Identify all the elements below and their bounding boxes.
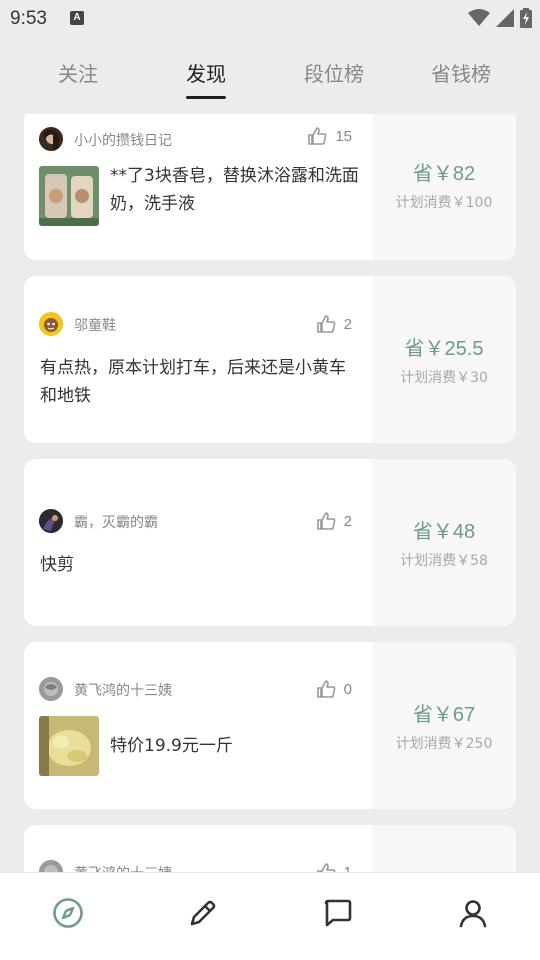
post-text: **了3块香皂，替换沐浴露和洗面奶，洗手液	[110, 166, 359, 214]
tab-discover[interactable]: 发现	[186, 58, 226, 87]
savings-panel: 省￥67 计划消费￥250	[372, 642, 516, 809]
like-button[interactable]: 2	[316, 314, 352, 334]
thumbs-up-icon	[316, 680, 336, 698]
avatar[interactable]	[39, 312, 63, 336]
user-icon	[459, 900, 487, 928]
avatar[interactable]	[39, 127, 63, 151]
like-count: 0	[343, 680, 352, 698]
chat-icon	[324, 899, 352, 927]
like-count: 15	[335, 127, 352, 145]
saved-amount: 省￥25.5	[404, 338, 484, 360]
list-item[interactable]: 小小的攒钱日记 15 **了3块香皂，替换沐浴露和洗面奶，洗手液 省￥82 计划…	[24, 114, 516, 260]
feed-list[interactable]: 小小的攒钱日记 15 **了3块香皂，替换沐浴露和洗面奶，洗手液 省￥82 计划…	[0, 114, 540, 872]
avatar[interactable]	[39, 509, 63, 533]
list-item[interactable]: 霸，灭霸的霸 2 快剪 省￥48 计划消费￥58	[24, 459, 516, 626]
thumbs-up-icon	[316, 315, 336, 333]
saved-amount: 省￥82	[412, 162, 476, 185]
tab-rank[interactable]: 段位榜	[304, 58, 364, 87]
nav-write[interactable]	[183, 893, 223, 933]
tab-savings-rank[interactable]: 省钱榜	[431, 58, 491, 87]
list-item[interactable]: 邬童鞋 2 有点热，原本计划打车，后来还是小黄车和地铁 省￥25.5 计划消费￥…	[24, 276, 516, 443]
thumbs-up-icon	[308, 127, 327, 145]
savings-panel: 省￥82 计划消费￥100	[372, 114, 516, 260]
avatar[interactable]	[39, 860, 63, 872]
like-button[interactable]: 2	[316, 511, 352, 531]
like-button[interactable]: 15	[307, 126, 352, 146]
post-image[interactable]	[39, 716, 99, 776]
like-button[interactable]: 0	[316, 679, 352, 699]
like-button[interactable]: 1	[316, 862, 352, 872]
author-name[interactable]: 小小的攒钱日记	[74, 130, 172, 150]
planned-amount: 计划消费￥100	[395, 194, 493, 211]
savings-panel: 省￥48 计划消费￥58	[372, 459, 516, 626]
wifi-icon	[468, 9, 490, 26]
author-name[interactable]: 霸，灭霸的霸	[74, 512, 158, 532]
status-bar: 9:53 A	[0, 0, 540, 36]
post-text: 有点热，原本计划打车，后来还是小黄车和地铁	[40, 358, 346, 406]
savings-panel: 省￥25.5 计划消费￥30	[372, 276, 516, 443]
signal-icon	[496, 9, 514, 27]
planned-amount: 计划消费￥30	[400, 370, 488, 386]
battery-icon	[520, 8, 532, 28]
planned-amount: 计划消费￥58	[400, 553, 488, 569]
active-tab-indicator	[186, 96, 226, 99]
list-item[interactable]: 黄飞鸿的十三姨 1	[24, 825, 516, 872]
like-count: 2	[343, 512, 352, 530]
nav-discover[interactable]	[48, 893, 88, 933]
notification-app-icon: A	[70, 11, 84, 25]
post-image[interactable]	[39, 166, 99, 226]
post-text: 特价19.9元一斤	[110, 736, 233, 756]
post-text: 快剪	[40, 555, 74, 575]
tab-following[interactable]: 关注	[58, 58, 98, 87]
like-count: 2	[343, 315, 352, 333]
like-count: 1	[343, 863, 352, 873]
bottom-nav	[0, 872, 540, 953]
planned-amount: 计划消费￥250	[395, 736, 493, 752]
saved-amount: 省￥67	[412, 704, 476, 726]
saved-amount: 省￥48	[412, 521, 476, 543]
status-time: 9:53	[10, 8, 47, 29]
pencil-icon	[190, 900, 216, 926]
avatar[interactable]	[39, 677, 63, 701]
thumbs-up-icon	[316, 512, 336, 530]
nav-profile[interactable]	[453, 893, 493, 933]
home-indicator-area	[0, 952, 540, 960]
thumbs-up-icon	[316, 863, 336, 872]
author-name[interactable]: 黄飞鸿的十三姨	[74, 863, 172, 872]
compass-icon	[53, 898, 83, 928]
top-tabs: 关注 发现 段位榜 省钱榜	[0, 44, 540, 104]
list-item[interactable]: 黄飞鸿的十三姨 0 特价19.9元一斤 省￥67 计划消费￥250	[24, 642, 516, 809]
author-name[interactable]: 邬童鞋	[74, 315, 116, 335]
savings-panel	[372, 825, 516, 872]
nav-messages[interactable]	[318, 893, 358, 933]
status-icons	[468, 8, 532, 28]
author-name[interactable]: 黄飞鸿的十三姨	[74, 680, 172, 700]
